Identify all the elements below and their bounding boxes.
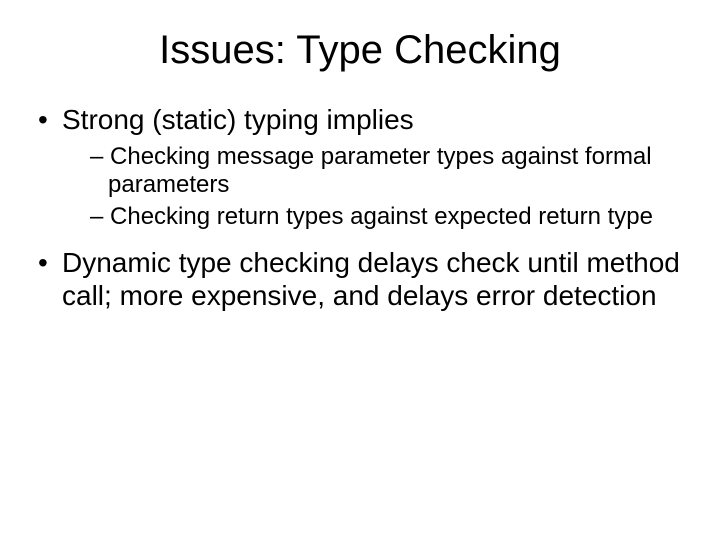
slide: Issues: Type Checking Strong (static) ty… bbox=[0, 0, 720, 540]
slide-title: Issues: Type Checking bbox=[36, 28, 684, 73]
sub-list-item: Checking return types against expected r… bbox=[62, 203, 684, 231]
list-item: Strong (static) typing implies Checking … bbox=[36, 103, 684, 232]
bullet-text: Strong (static) typing implies bbox=[62, 104, 414, 135]
bullet-text: Dynamic type checking delays check until… bbox=[62, 247, 680, 312]
sub-list: Checking message parameter types against… bbox=[62, 143, 684, 232]
bullet-list: Strong (static) typing implies Checking … bbox=[36, 103, 684, 313]
sub-bullet-text: Checking message parameter types against… bbox=[108, 143, 652, 198]
sub-bullet-text: Checking return types against expected r… bbox=[110, 203, 653, 230]
sub-list-item: Checking message parameter types against… bbox=[62, 143, 684, 200]
list-item: Dynamic type checking delays check until… bbox=[36, 246, 684, 313]
